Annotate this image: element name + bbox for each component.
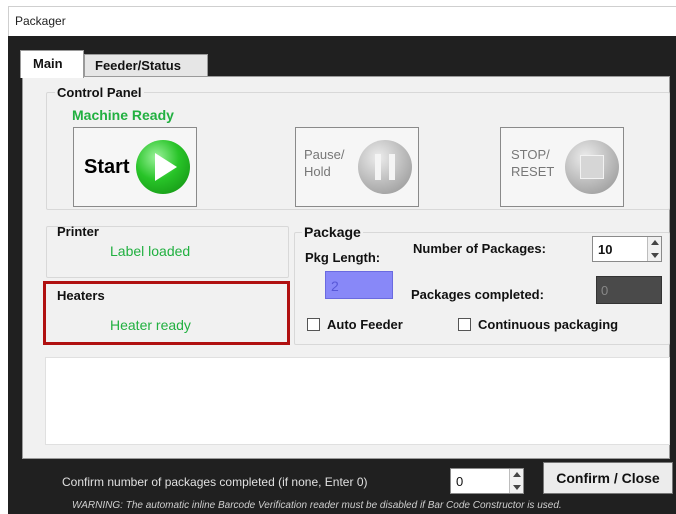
pause-icon (358, 140, 412, 194)
auto-feeder-label: Auto Feeder (327, 317, 403, 332)
message-area (45, 357, 670, 445)
tab-main[interactable]: Main (20, 50, 84, 78)
continuous-packaging-checkbox[interactable] (458, 318, 471, 331)
barcode-warning: WARNING: The automatic inline Barcode Ve… (72, 500, 562, 511)
tab-feeder-status[interactable]: Feeder/Status (84, 54, 208, 76)
confirm-prompt: Confirm number of packages completed (if… (62, 475, 368, 489)
stop-reset-button[interactable]: STOP/ RESET (500, 127, 624, 207)
packages-completed-label: Packages completed: (411, 287, 544, 302)
window-title: Packager (15, 14, 66, 28)
pkg-length-label: Pkg Length: (305, 250, 381, 265)
confirm-count-spin-arrows[interactable] (509, 469, 523, 493)
num-packages-value: 10 (598, 242, 613, 257)
stop-label-line2: RESET (511, 164, 555, 179)
confirm-close-button[interactable]: Confirm / Close (543, 462, 673, 494)
pkg-length-value: 2 (331, 278, 339, 294)
num-packages-stepper[interactable]: 10 (592, 236, 662, 262)
play-icon (136, 140, 190, 194)
num-packages-label: Number of Packages: (413, 241, 546, 256)
machine-status: Machine Ready (72, 107, 174, 123)
title-bar: Packager (8, 6, 676, 36)
pause-label-line2: Hold (304, 164, 331, 179)
heaters-highlight-box (43, 281, 290, 345)
start-button-label: Start (84, 156, 130, 178)
pause-label-line1: Pause/ (304, 147, 345, 162)
start-button[interactable]: Start (73, 127, 197, 207)
tab-feeder-status-label: Feeder/Status (95, 58, 181, 73)
package-label: Package (302, 224, 363, 240)
packages-completed-field: 0 (596, 276, 662, 304)
packages-completed-value: 0 (601, 283, 609, 298)
stop-icon (565, 140, 619, 194)
tab-main-label: Main (33, 56, 63, 71)
pause-hold-button[interactable]: Pause/ Hold (295, 127, 419, 207)
num-packages-spin-arrows[interactable] (647, 237, 661, 261)
continuous-packaging-label: Continuous packaging (478, 317, 619, 332)
printer-status: Label loaded (110, 243, 191, 259)
stop-label-line1: STOP/ (511, 147, 550, 162)
auto-feeder-checkbox[interactable] (307, 318, 320, 331)
confirm-count-value: 0 (456, 474, 464, 489)
printer-label: Printer (57, 224, 99, 239)
pkg-length-input[interactable]: 2 (325, 271, 393, 299)
confirm-count-stepper[interactable]: 0 (450, 468, 524, 494)
control-panel-label: Control Panel (55, 85, 144, 100)
